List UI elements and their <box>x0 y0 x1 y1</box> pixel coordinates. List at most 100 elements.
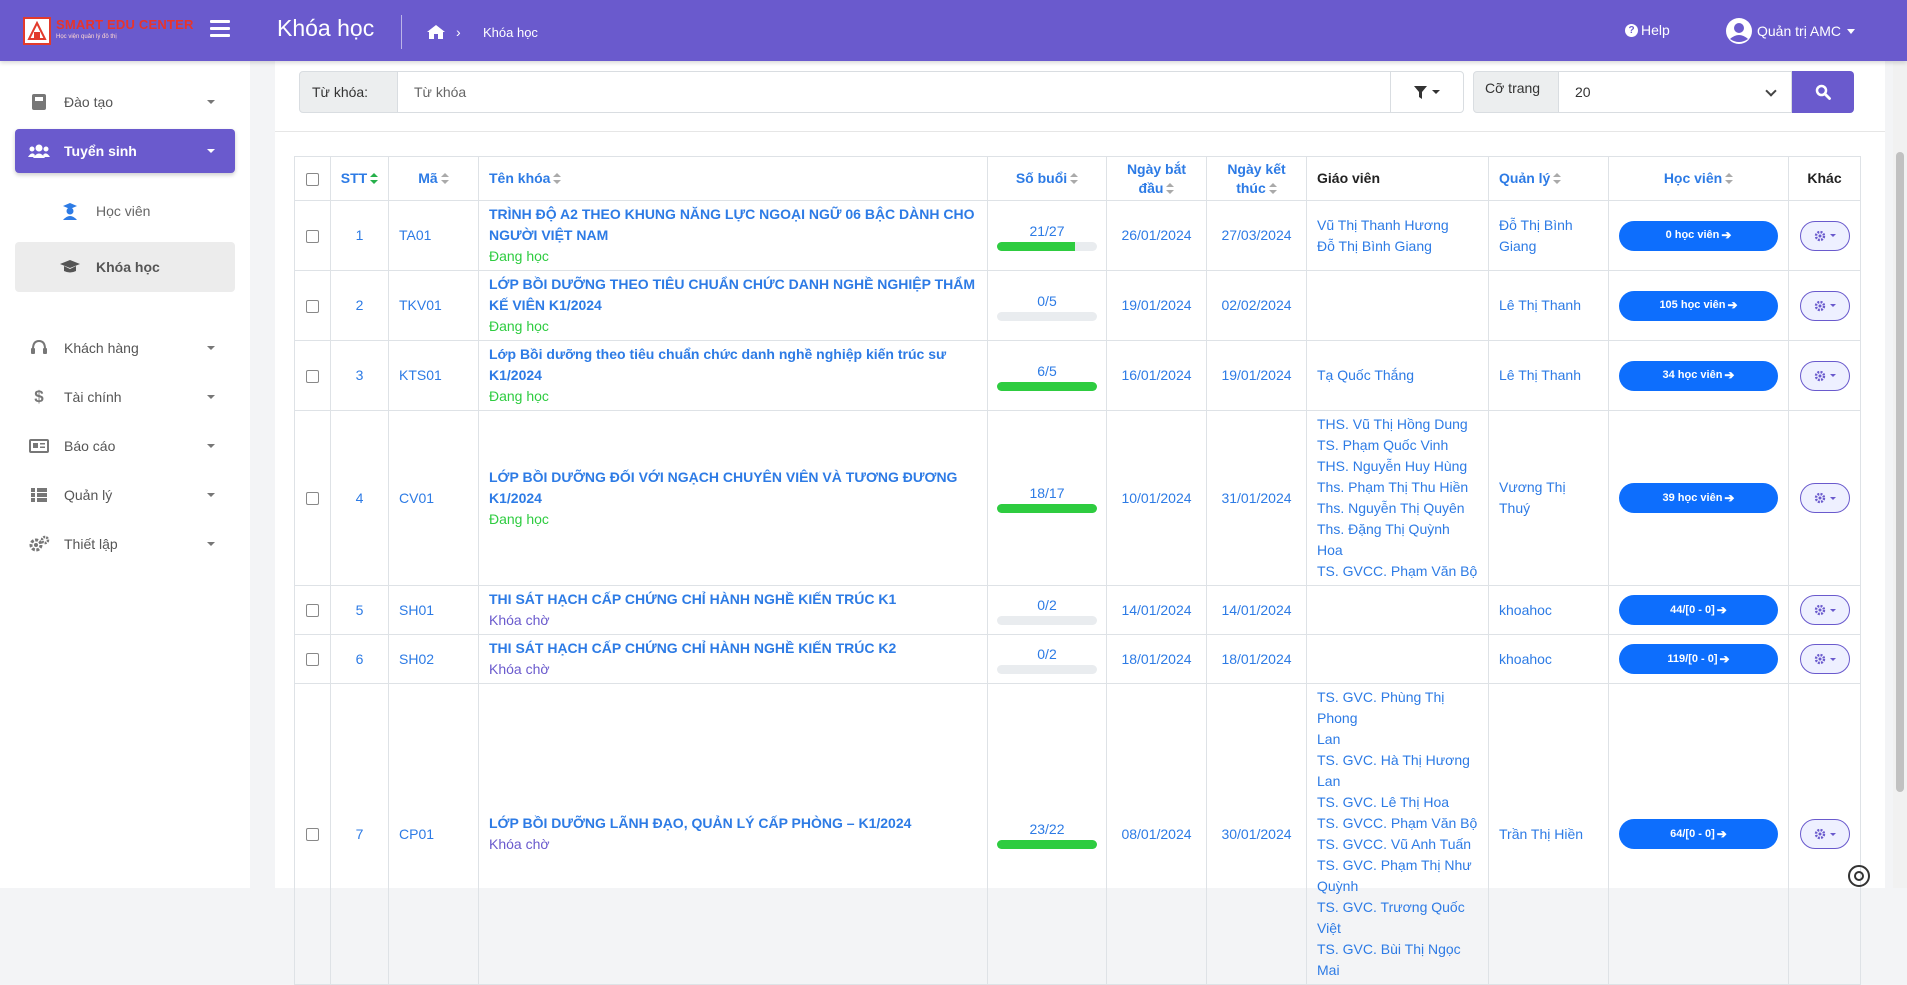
students-label: 0 học viên <box>1665 229 1720 241</box>
code-cell[interactable]: SH02 <box>388 634 479 684</box>
row-actions-button[interactable] <box>1799 595 1850 625</box>
row-checkbox[interactable] <box>306 369 319 383</box>
course-name-line[interactable]: NGƯỜI VIỆT NAM <box>489 227 608 243</box>
question-icon: ? <box>1625 23 1638 37</box>
course-name-line[interactable]: THI SÁT HẠCH CẤP CHỨNG CHỈ HÀNH NGHỀ KIẾ… <box>489 591 896 607</box>
students-button[interactable]: 105 học viên ➔ <box>1619 290 1778 321</box>
assistant-icon[interactable] <box>1846 864 1872 888</box>
progress-fill <box>997 241 1075 251</box>
home-icon[interactable] <box>426 24 446 43</box>
students-button[interactable]: 0 học viên ➔ <box>1619 220 1778 251</box>
row-checkbox[interactable] <box>306 604 319 618</box>
status-label: Đang học <box>489 318 549 334</box>
row-actions-button[interactable] <box>1799 220 1850 251</box>
keyword-input[interactable] <box>397 71 1397 113</box>
course-name-line[interactable]: LỚP BỒI DƯỠNG LÃNH ĐẠO, QUẢN LÝ CẤP PHÒN… <box>489 815 911 831</box>
students-button[interactable]: 39 học viên ➔ <box>1619 483 1778 513</box>
course-name-cell[interactable]: LỚP BỒI DƯỠNG LÃNH ĐẠO, QUẢN LÝ CẤP PHÒN… <box>478 683 988 985</box>
user-menu[interactable]: Quản trị AMC <box>1725 16 1856 46</box>
sidebar-item-label: Tài chính <box>64 389 122 405</box>
row-checkbox[interactable] <box>306 299 319 313</box>
table-row[interactable]: 2 TKV01 LỚP BỒI DƯỠNG THEO TIÊU CHUẨN CHỨC… <box>294 270 1861 341</box>
table-row[interactable]: 7 CP01 LỚP BỒI DƯỠNG LÃNH ĐẠO, QUẢN LÝ CẤP… <box>294 683 1861 985</box>
sidebar-item-tuyen-sinh[interactable]: Tuyển sinh <box>15 129 235 173</box>
divider <box>401 15 402 49</box>
help-link[interactable]: ? Help <box>1625 22 1670 38</box>
students-button[interactable]: 34 học viên ➔ <box>1619 360 1778 391</box>
code-cell[interactable]: CV01 <box>388 410 479 586</box>
select-all-checkbox[interactable] <box>306 172 319 186</box>
start-date-cell: 10/01/2024 <box>1106 410 1207 586</box>
course-name-line[interactable]: TRÌNH ĐỘ A2 THEO KHUNG NĂNG LỰC NGOẠI NG… <box>489 206 975 222</box>
row-actions-button[interactable] <box>1799 290 1850 321</box>
sidebar-item-quan-ly[interactable]: Quản lý <box>15 473 235 517</box>
course-name-cell[interactable]: TRÌNH ĐỘ A2 THEO KHUNG NĂNG LỰC NGOẠI NG… <box>478 200 988 271</box>
students-button[interactable]: 44/[0 - 0] ➔ <box>1619 595 1778 625</box>
teacher-name: Lan <box>1317 731 1341 747</box>
code-cell[interactable]: KTS01 <box>388 340 479 411</box>
code-cell[interactable]: SH01 <box>388 585 479 635</box>
table-row[interactable]: 5 SH01 THI SÁT HẠCH CẤP CHỨNG CHỈ HÀNH NGH… <box>294 585 1861 635</box>
col-hoc-vien[interactable]: Học viên <box>1608 156 1789 201</box>
sort-icon <box>440 173 449 185</box>
search-button[interactable] <box>1792 71 1854 113</box>
sidebar-subitem-khoa-hoc[interactable]: Khóa học <box>15 242 235 292</box>
course-name-line[interactable]: Lớp Bồi dưỡng theo tiêu chuẩn chức danh … <box>489 346 946 383</box>
sidebar-item-dao-tao[interactable]: Đào tạo <box>15 80 235 124</box>
teacher-name: Tạ Quốc Thắng <box>1317 367 1415 383</box>
course-name-line[interactable]: K1/2024 <box>489 490 542 506</box>
row-actions-button[interactable] <box>1799 644 1850 674</box>
code-cell[interactable]: TKV01 <box>388 270 479 341</box>
col-quan-ly[interactable]: Quản lý <box>1488 156 1609 201</box>
col-ten-khoa[interactable]: Tên khóa <box>478 156 988 201</box>
filter-dropdown-button[interactable] <box>1390 71 1464 113</box>
vertical-scrollbar[interactable] <box>1893 62 1907 888</box>
caret-down-icon <box>1432 90 1440 94</box>
course-name-line[interactable]: LỚP BỒI DƯỠNG ĐỐI VỚI NGẠCH CHUYÊN VIÊN … <box>489 469 957 485</box>
course-name-line[interactable]: THI SÁT HẠCH CẤP CHỨNG CHỈ HÀNH NGHỀ KIẾ… <box>489 640 896 656</box>
row-actions-button[interactable] <box>1799 360 1850 391</box>
col-so-buoi[interactable]: Số buổi <box>987 156 1107 201</box>
menu-toggle-icon[interactable] <box>210 20 230 38</box>
gear-icon <box>1814 300 1825 311</box>
row-checkbox[interactable] <box>306 492 319 506</box>
col-ngay-ket-thuc[interactable]: Ngày kết thúc <box>1206 156 1307 201</box>
code-cell[interactable]: TA01 <box>388 200 479 271</box>
students-button[interactable]: 64/[0 - 0] ➔ <box>1619 819 1778 849</box>
code-cell[interactable]: CP01 <box>388 683 479 985</box>
students-label: 39 học viên <box>1662 491 1723 504</box>
col-ngay-bat-dau[interactable]: Ngày bắt đầu <box>1106 156 1207 201</box>
row-checkbox[interactable] <box>306 828 319 842</box>
students-button[interactable]: 119/[0 - 0] ➔ <box>1619 644 1778 674</box>
course-name-cell[interactable]: LỚP BỒI DƯỠNG ĐỐI VỚI NGẠCH CHUYÊN VIÊN … <box>478 410 988 586</box>
table-row[interactable]: 6 SH02 THI SÁT HẠCH CẤP CHỨNG CHỈ HÀNH NGH… <box>294 634 1861 684</box>
course-name-cell[interactable]: THI SÁT HẠCH CẤP CHỨNG CHỈ HÀNH NGHỀ KIẾ… <box>478 585 988 635</box>
table-row[interactable]: 3 KTS01 Lớp Bồi dưỡng theo tiêu chuẩn chức… <box>294 340 1861 411</box>
row-checkbox[interactable] <box>306 229 319 243</box>
col-stt[interactable]: STT <box>330 156 389 201</box>
row-actions-button[interactable] <box>1799 819 1850 849</box>
col-ma[interactable]: Mã <box>388 156 479 201</box>
teacher-name: TS. GVC. Phạm Thị Như <box>1317 857 1472 873</box>
manager-cell: Trần Thị Hiền <box>1488 683 1609 985</box>
page-size-select[interactable]: 20 <box>1558 71 1792 113</box>
logo-icon <box>23 17 51 45</box>
sessions-cell: 18/17 <box>987 410 1107 586</box>
table-row[interactable]: 4 CV01 LỚP BỒI DƯỠNG ĐỐI VỚI NGẠCH CHUYÊN … <box>294 410 1861 586</box>
table-row[interactable]: 1 TA01 TRÌNH ĐỘ A2 THEO KHUNG NĂNG LỰC NGO… <box>294 200 1861 271</box>
course-name-line[interactable]: KẾ VIÊN K1/2024 <box>489 297 602 313</box>
actions-cell <box>1788 683 1861 985</box>
course-name-line[interactable]: LỚP BỒI DƯỠNG THEO TIÊU CHUẨN CHỨC DANH … <box>489 276 975 292</box>
course-name-cell[interactable]: Lớp Bồi dưỡng theo tiêu chuẩn chức danh … <box>478 340 988 411</box>
course-name-cell[interactable]: LỚP BỒI DƯỠNG THEO TIÊU CHUẨN CHỨC DANH … <box>478 270 988 341</box>
row-actions-button[interactable] <box>1799 483 1850 513</box>
sidebar-item-khach-hang[interactable]: Khách hàng <box>15 326 235 370</box>
sessions-cell: 23/22 <box>987 683 1107 985</box>
sidebar-item-thiet-lap[interactable]: Thiết lập <box>15 522 235 566</box>
sidebar-item-bao-cao[interactable]: Báo cáo <box>15 424 235 468</box>
start-date-cell: 19/01/2024 <box>1106 270 1207 341</box>
row-checkbox[interactable] <box>306 653 319 667</box>
sidebar-item-tai-chinh[interactable]: $ Tài chính <box>15 375 235 419</box>
sidebar-subitem-hoc-vien[interactable]: Học viên <box>15 186 235 236</box>
course-name-cell[interactable]: THI SÁT HẠCH CẤP CHỨNG CHỈ HÀNH NGHỀ KIẾ… <box>478 634 988 684</box>
